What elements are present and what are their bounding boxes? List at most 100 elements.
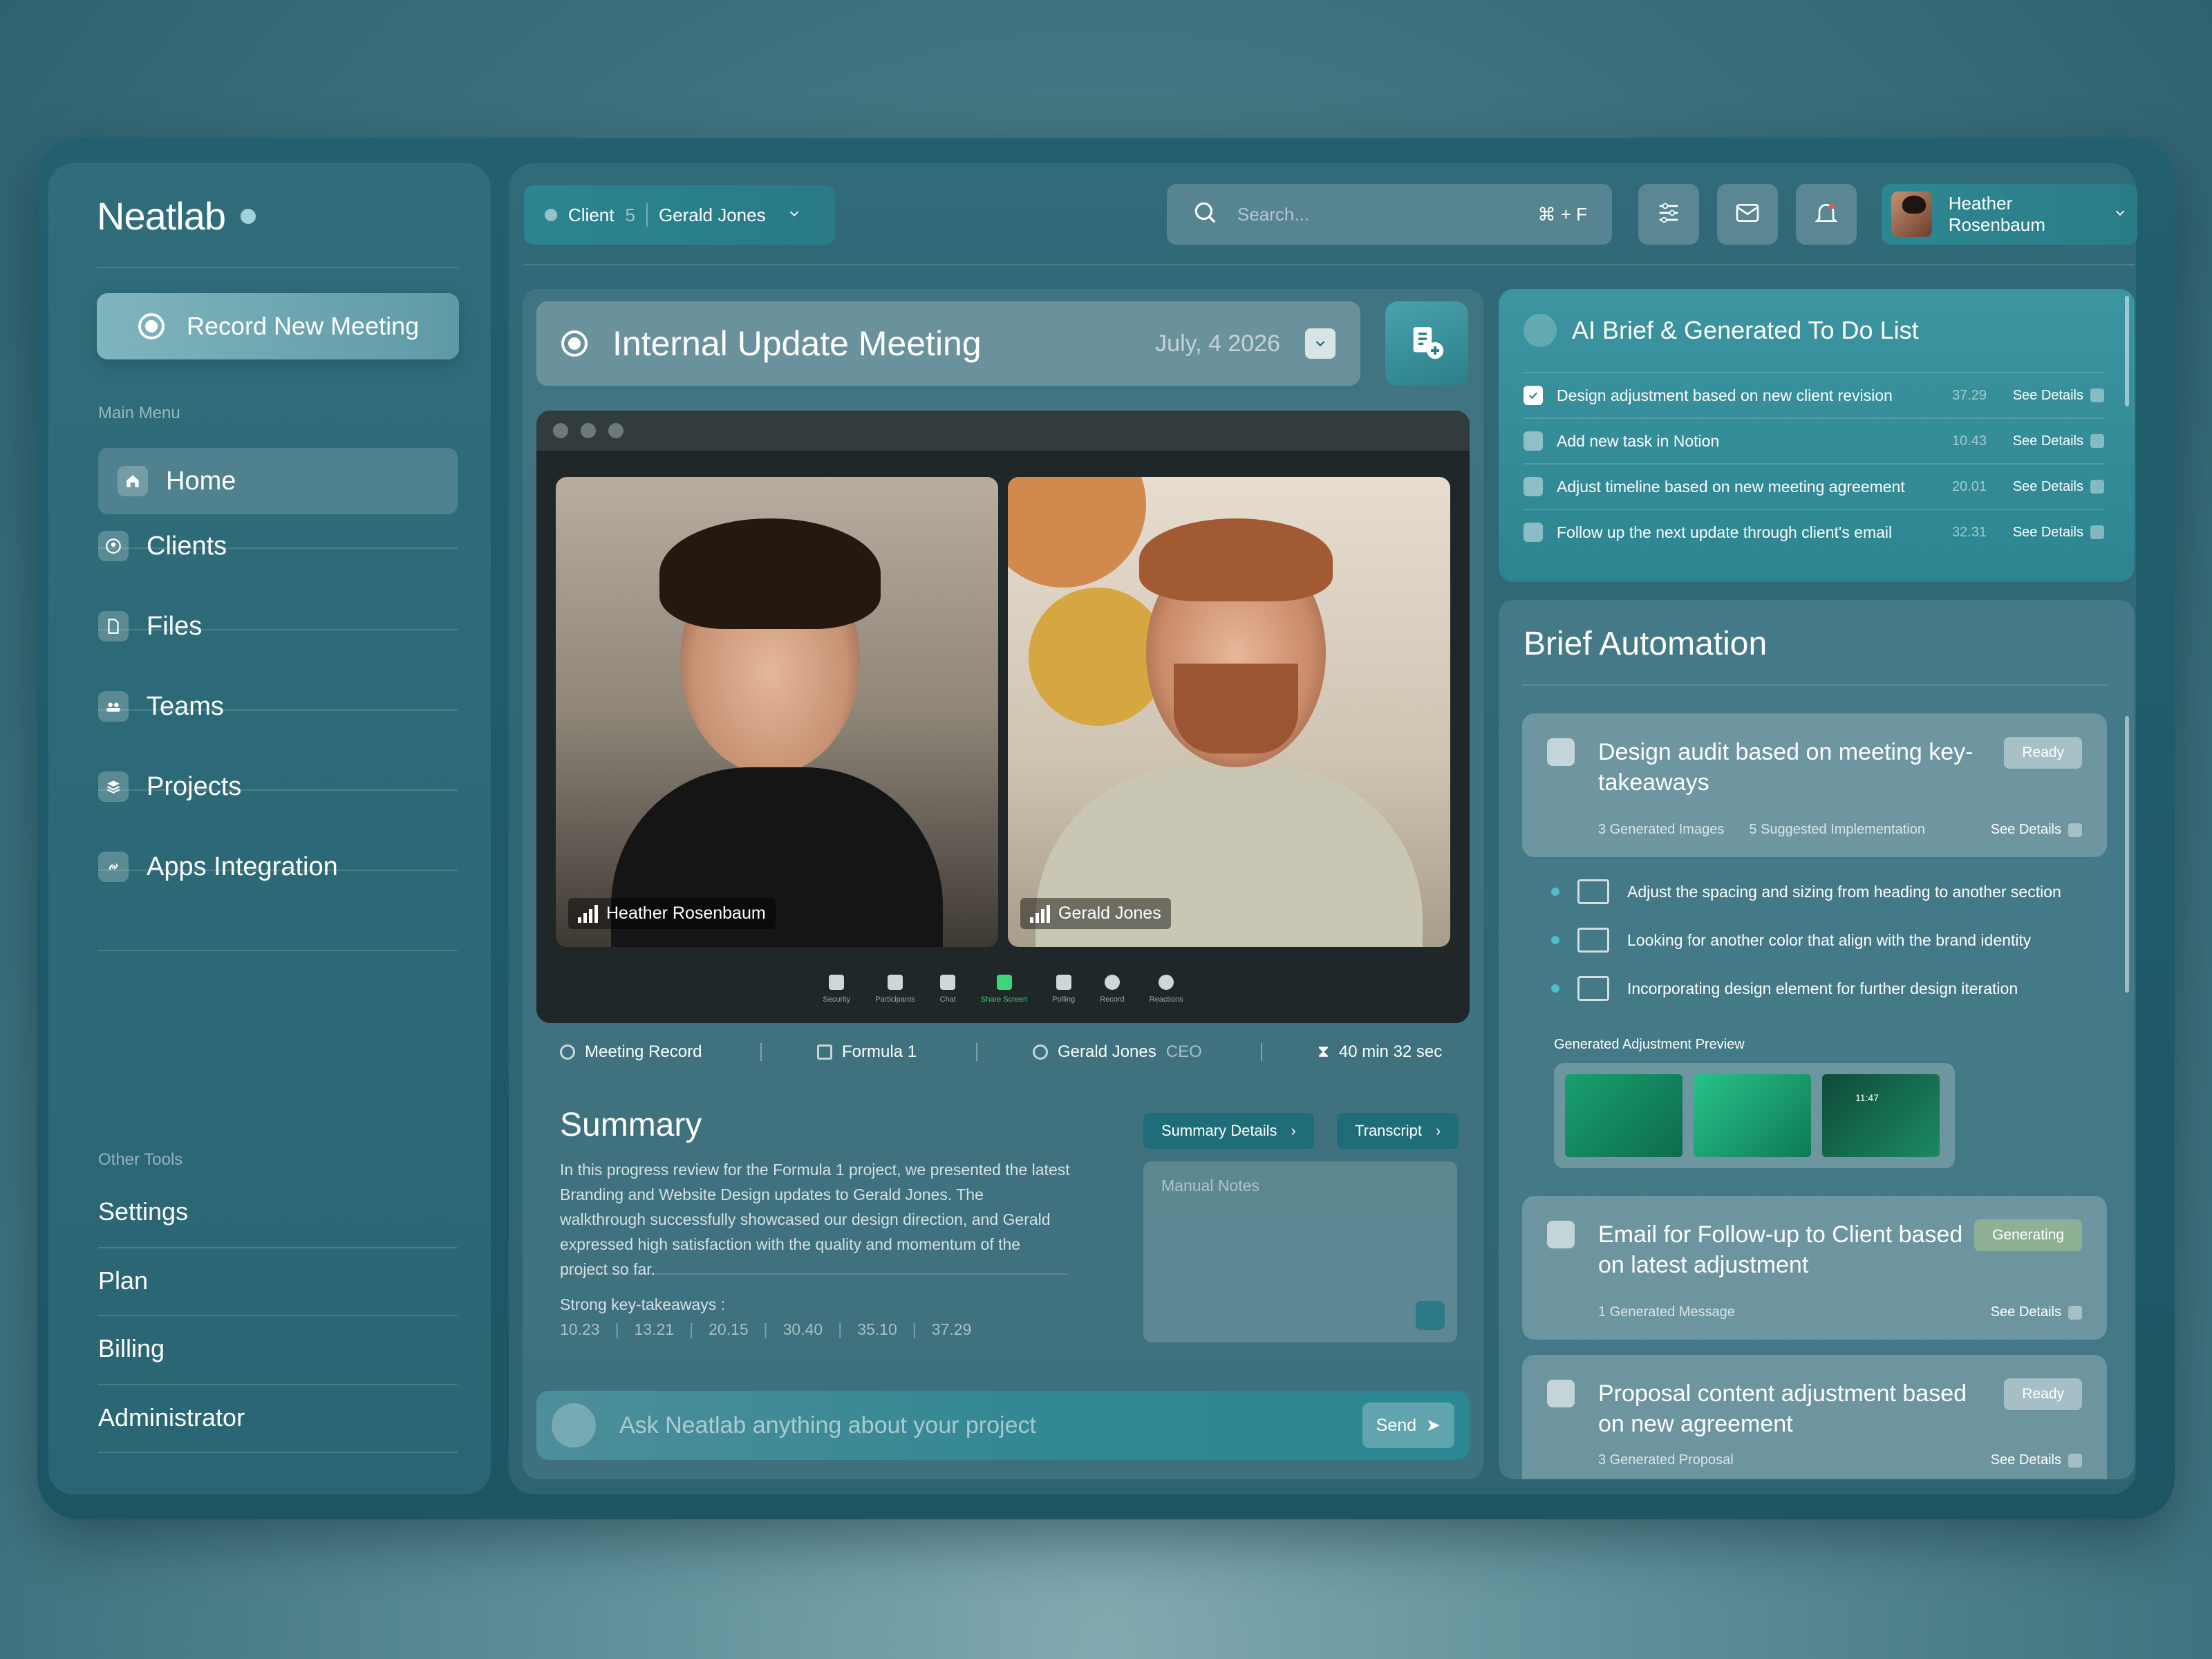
signal-icon bbox=[1030, 904, 1050, 923]
add-document-button[interactable] bbox=[1385, 301, 1468, 386]
ask-input[interactable]: Ask Neatlab anything about your project … bbox=[536, 1391, 1470, 1460]
record-icon bbox=[1104, 975, 1120, 990]
reaction-icon bbox=[1159, 975, 1174, 990]
meta-label: Meeting Record bbox=[585, 1042, 702, 1061]
window-dot[interactable] bbox=[608, 423, 624, 438]
takeaway-time[interactable]: 30.40 bbox=[783, 1320, 823, 1339]
preview-thumbnail[interactable]: 11:47 bbox=[1822, 1074, 1940, 1157]
meta-role: CEO bbox=[1165, 1042, 1202, 1061]
see-details-link[interactable]: See Details bbox=[2000, 388, 2104, 404]
control-label: Record bbox=[1100, 995, 1125, 1004]
see-details-link[interactable]: See Details bbox=[1991, 1452, 2082, 1468]
brief-automation-title: Brief Automation bbox=[1524, 626, 1768, 662]
tool-settings[interactable]: Settings bbox=[98, 1197, 458, 1226]
image-icon bbox=[1577, 928, 1609, 953]
takeaways-label: Strong key-takeaways : bbox=[560, 1295, 726, 1313]
preview-thumbnail[interactable] bbox=[1565, 1074, 1683, 1157]
sidebar-item-files[interactable]: Files bbox=[98, 593, 458, 659]
checkbox[interactable] bbox=[1524, 477, 1543, 496]
chevron-down-icon bbox=[2112, 204, 2128, 225]
scrollbar[interactable] bbox=[2125, 296, 2129, 406]
share-screen-control[interactable]: Share Screen bbox=[981, 975, 1027, 1004]
save-icon[interactable] bbox=[1416, 1301, 1445, 1330]
todo-item[interactable]: Follow up the next update through client… bbox=[1524, 509, 2104, 554]
mail-button[interactable] bbox=[1717, 184, 1778, 245]
preview-thumbnail[interactable] bbox=[1694, 1074, 1811, 1157]
summary-details-button[interactable]: Summary Details › bbox=[1143, 1113, 1314, 1149]
tool-administrator[interactable]: Administrator bbox=[98, 1403, 458, 1432]
user-name: Heather Rosenbaum bbox=[1948, 193, 2045, 235]
status-badge: Ready bbox=[2004, 737, 2082, 769]
security-control[interactable]: Security bbox=[823, 975, 850, 1004]
checkbox-checked[interactable] bbox=[1524, 386, 1543, 405]
see-details-label: See Details bbox=[2012, 433, 2083, 449]
automation-card[interactable]: Design audit based on meeting key-takeaw… bbox=[1522, 713, 2107, 857]
team-icon bbox=[98, 691, 129, 722]
sidebar-item-clients[interactable]: Clients bbox=[98, 513, 458, 579]
checkbox[interactable] bbox=[1524, 523, 1543, 542]
window-dot[interactable] bbox=[553, 423, 568, 438]
sidebar-item-label: Clients bbox=[147, 531, 227, 561]
chat-control[interactable]: Chat bbox=[940, 975, 956, 1004]
notifications-button[interactable] bbox=[1796, 184, 1857, 245]
see-details-link[interactable]: See Details bbox=[2000, 479, 2104, 495]
arrow-icon bbox=[2090, 388, 2104, 402]
suggestion-item[interactable]: Incorporating design element for further… bbox=[1551, 976, 2018, 1001]
meta-record[interactable]: Meeting Record bbox=[560, 1042, 760, 1062]
see-details-link[interactable]: See Details bbox=[1991, 822, 2082, 838]
sidebar-item-apps-integration[interactable]: Apps Integration bbox=[98, 834, 458, 900]
automation-card[interactable]: Email for Follow-up to Client based on l… bbox=[1522, 1196, 2107, 1340]
chat-icon bbox=[940, 975, 956, 990]
see-details-link[interactable]: See Details bbox=[2000, 433, 2104, 449]
window-dot[interactable] bbox=[581, 423, 596, 438]
client-selector[interactable]: Client 5 Gerald Jones bbox=[524, 185, 835, 245]
filter-button[interactable] bbox=[1638, 184, 1699, 245]
participants-control[interactable]: Participants bbox=[875, 975, 915, 1004]
todo-item[interactable]: Design adjustment based on new client re… bbox=[1524, 372, 2104, 418]
reactions-control[interactable]: Reactions bbox=[1150, 975, 1183, 1004]
participant-name-label: Heather Rosenbaum bbox=[568, 898, 776, 929]
summary-text: In this progress review for the Formula … bbox=[560, 1161, 1070, 1278]
separator: | bbox=[615, 1320, 619, 1338]
participant-tile[interactable]: Gerald Jones bbox=[1008, 477, 1450, 947]
user-menu[interactable]: Heather Rosenbaum bbox=[1882, 184, 2137, 245]
tool-billing[interactable]: Billing bbox=[98, 1334, 458, 1363]
takeaway-time[interactable]: 13.21 bbox=[635, 1320, 675, 1339]
takeaway-time[interactable]: 37.29 bbox=[932, 1320, 972, 1339]
checkbox[interactable] bbox=[1524, 431, 1543, 451]
suggestion-text: Looking for another color that align wit… bbox=[1627, 930, 2032, 949]
sidebar-item-label: Home bbox=[166, 466, 236, 496]
control-label: Security bbox=[823, 995, 851, 1004]
sidebar-item-teams[interactable]: Teams bbox=[98, 673, 458, 740]
search-input[interactable]: Search... ⌘ + F bbox=[1167, 184, 1612, 245]
suggestion-item[interactable]: Looking for another color that align wit… bbox=[1551, 928, 2031, 953]
todo-text: Follow up the next update through client… bbox=[1557, 523, 1893, 541]
takeaway-time[interactable]: 35.10 bbox=[857, 1320, 897, 1339]
automation-icon bbox=[1547, 738, 1575, 766]
suggestion-item[interactable]: Adjust the spacing and sizing from headi… bbox=[1551, 879, 2061, 904]
record-new-meeting-button[interactable]: Record New Meeting bbox=[97, 293, 459, 359]
polling-control[interactable]: Polling bbox=[1052, 975, 1075, 1004]
participant-tile[interactable]: Heather Rosenbaum bbox=[556, 477, 998, 947]
see-details-link[interactable]: See Details bbox=[1991, 1304, 2082, 1320]
automation-card[interactable]: Proposal content adjustment based on new… bbox=[1522, 1355, 2107, 1479]
record-control[interactable]: Record bbox=[1100, 975, 1125, 1004]
manual-notes-field[interactable]: Manual Notes bbox=[1143, 1161, 1457, 1342]
brief-automation-panel: Brief Automation Design audit based on m… bbox=[1499, 600, 2135, 1479]
tool-plan[interactable]: Plan bbox=[98, 1266, 458, 1295]
sidebar-item-home[interactable]: Home bbox=[98, 448, 458, 514]
send-button[interactable]: Send ➤ bbox=[1362, 1403, 1454, 1448]
transcript-button[interactable]: Transcript › bbox=[1337, 1113, 1459, 1149]
todo-item[interactable]: Adjust timeline based on new meeting agr… bbox=[1524, 463, 2104, 509]
todo-item[interactable]: Add new task in Notion 10.43 See Details bbox=[1524, 418, 2104, 463]
share-screen-icon bbox=[996, 975, 1012, 990]
scrollbar[interactable] bbox=[2125, 716, 2129, 993]
brand-logo[interactable]: Neatlab bbox=[97, 194, 256, 238]
takeaway-time[interactable]: 20.15 bbox=[709, 1320, 749, 1339]
see-details-link[interactable]: See Details bbox=[2000, 525, 2104, 541]
takeaway-time[interactable]: 10.23 bbox=[560, 1320, 600, 1339]
date-dropdown-button[interactable] bbox=[1305, 328, 1335, 359]
meta-label: 40 min 32 sec bbox=[1338, 1042, 1443, 1061]
automation-icon bbox=[1547, 1221, 1575, 1248]
sidebar-item-projects[interactable]: Projects bbox=[98, 753, 458, 820]
